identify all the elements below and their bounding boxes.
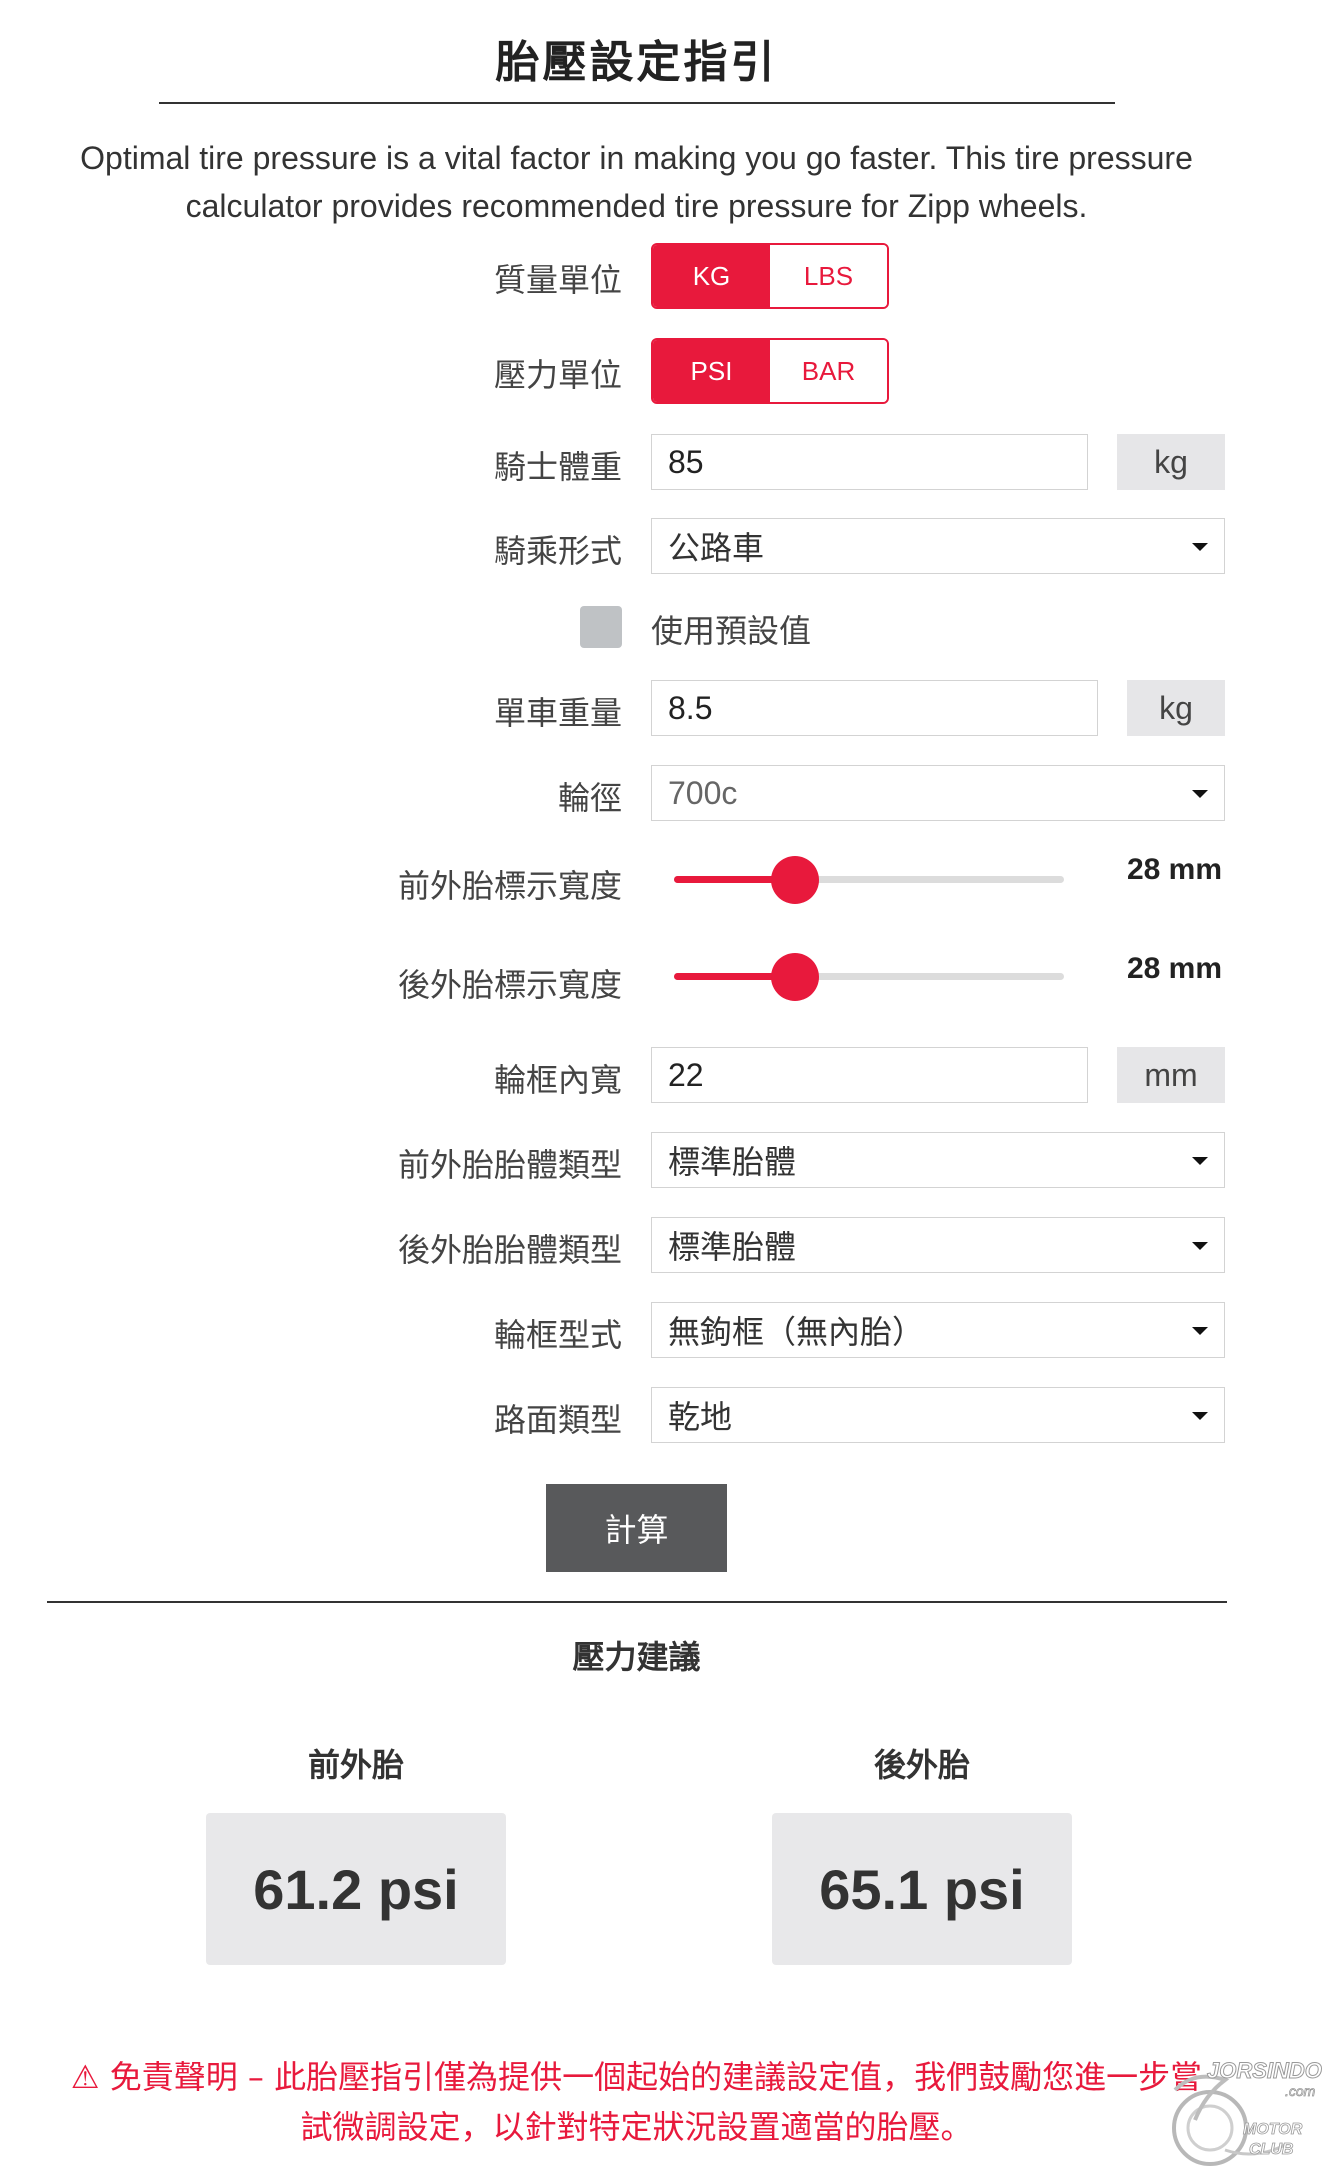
watermark-line2: .com	[1285, 2083, 1316, 2099]
rider-weight-unit: kg	[1117, 434, 1225, 490]
mass-unit-toggle: KG LBS	[651, 243, 889, 309]
riding-style-value: 公路車	[668, 529, 765, 567]
psi-option-button[interactable]: PSI	[653, 340, 770, 402]
lbs-option-button[interactable]: LBS	[770, 245, 887, 307]
chevron-down-icon	[1192, 1157, 1208, 1165]
bike-weight-unit: kg	[1127, 680, 1225, 736]
rider-weight-input[interactable]: 85	[651, 434, 1088, 490]
slider-thumb[interactable]	[770, 953, 819, 1001]
rear-tire-width-value: 28 mm	[1126, 952, 1222, 985]
use-default-checkbox[interactable]	[580, 606, 622, 648]
chevron-down-icon	[1192, 1242, 1208, 1250]
results-title: 壓力建議	[572, 1638, 701, 1676]
front-tire-width-slider[interactable]	[674, 855, 1064, 905]
rear-tire-width-label: 後外胎標示寬度	[397, 966, 622, 1004]
disclaimer-text: ⚠ 免責聲明 – 此胎壓指引僅為提供一個起始的建議設定值，我們鼓勵您進一步嘗試微…	[70, 2058, 1203, 2146]
front-tire-width-label: 前外胎標示寬度	[397, 867, 622, 905]
wheel-diameter-value: 700c	[668, 774, 738, 811]
mass-unit-label: 質量單位	[493, 261, 622, 299]
intro-text: Optimal tire pressure is a vital factor …	[80, 140, 1193, 224]
wheel-diameter-select[interactable]: 700c	[651, 765, 1225, 821]
chevron-down-icon	[1192, 1412, 1208, 1420]
title-divider	[159, 102, 1115, 104]
rear-tire-result-label: 後外胎	[873, 1746, 970, 1784]
rear-tire-result-value: 65.1 psi	[772, 1813, 1072, 1965]
bike-weight-input[interactable]: 8.5	[651, 680, 1098, 736]
front-tire-width-value: 28 mm	[1126, 853, 1222, 886]
riding-style-select[interactable]: 公路車	[651, 518, 1225, 574]
rim-inner-width-unit: mm	[1117, 1047, 1225, 1103]
surface-select[interactable]: 乾地	[651, 1387, 1225, 1443]
riding-style-label: 騎乘形式	[493, 532, 622, 570]
surface-value: 乾地	[668, 1398, 733, 1436]
calculate-button[interactable]: 計算	[546, 1484, 727, 1572]
rim-type-value: 無鉤框（無內胎）	[668, 1313, 925, 1351]
watermark-line1: JORSINDO	[1207, 2058, 1322, 2083]
rim-type-label: 輪框型式	[493, 1316, 622, 1354]
kg-option-button[interactable]: KG	[653, 245, 770, 307]
page-title: 胎壓設定指引	[495, 37, 778, 88]
front-tire-result-label: 前外胎	[307, 1746, 404, 1784]
rim-inner-width-label: 輪框內寬	[493, 1061, 622, 1099]
use-default-label: 使用預設值	[651, 612, 812, 650]
rear-casing-select[interactable]: 標準胎體	[651, 1217, 1225, 1273]
rim-inner-width-input[interactable]: 22	[651, 1047, 1088, 1103]
watermark-line4: CLUB	[1249, 2141, 1293, 2158]
surface-label: 路面類型	[493, 1401, 622, 1439]
front-casing-label: 前外胎胎體類型	[397, 1146, 622, 1184]
watermark-line3: MOTOR	[1243, 2121, 1303, 2138]
wheel-diameter-label: 輪徑	[557, 779, 622, 817]
chevron-down-icon	[1192, 1327, 1208, 1335]
bar-option-button[interactable]: BAR	[770, 340, 887, 402]
rim-type-select[interactable]: 無鉤框（無內胎）	[651, 1302, 1225, 1358]
pressure-unit-toggle: PSI BAR	[651, 338, 889, 404]
front-tire-result-value: 61.2 psi	[206, 1813, 506, 1965]
rear-tire-width-slider[interactable]	[674, 952, 1064, 1002]
bike-weight-label: 單車重量	[493, 694, 622, 732]
results-divider	[47, 1601, 1227, 1603]
rear-casing-label: 後外胎胎體類型	[397, 1231, 622, 1269]
chevron-down-icon	[1192, 790, 1208, 798]
slider-thumb[interactable]	[770, 856, 819, 904]
rear-casing-value: 標準胎體	[668, 1228, 797, 1266]
front-casing-select[interactable]: 標準胎體	[651, 1132, 1225, 1188]
rider-weight-label: 騎士體重	[493, 448, 622, 486]
front-casing-value: 標準胎體	[668, 1143, 797, 1181]
pressure-unit-label: 壓力單位	[493, 356, 622, 394]
chevron-down-icon	[1192, 543, 1208, 551]
watermark-logo: JORSINDO .com MOTOR CLUB	[1172, 2058, 1322, 2166]
